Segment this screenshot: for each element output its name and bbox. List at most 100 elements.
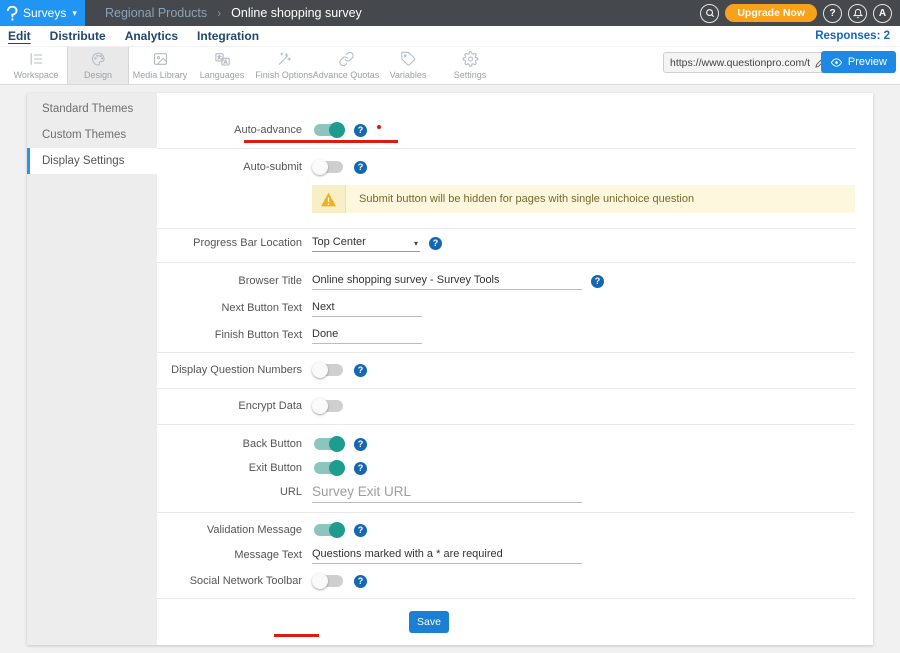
- tab-distribute[interactable]: Distribute: [50, 29, 106, 43]
- breadcrumb-folder[interactable]: Regional Products: [105, 6, 207, 20]
- survey-url-value: https://www.questionpro.com/t/APNrFZ: [670, 57, 810, 69]
- notifications-button[interactable]: [848, 4, 867, 23]
- exit-button-label: Exit Button: [157, 462, 302, 474]
- upgrade-now-button[interactable]: Upgrade Now: [725, 4, 817, 22]
- toolbar-item-finish-options[interactable]: Finish Options: [253, 47, 315, 84]
- search-button[interactable]: [700, 4, 719, 23]
- social-network-toolbar-toggle[interactable]: [314, 575, 343, 587]
- help-icon[interactable]: ?: [354, 438, 367, 451]
- back-button-toggle[interactable]: [314, 438, 343, 450]
- help-icon[interactable]: ?: [354, 462, 367, 475]
- divider: [157, 352, 855, 353]
- divider: [157, 388, 855, 389]
- toggle-knob: [329, 122, 345, 138]
- auto-submit-label: Auto-submit: [157, 161, 302, 173]
- help-button[interactable]: ?: [823, 4, 842, 23]
- warning-triangle-icon: [320, 192, 337, 207]
- divider: [157, 598, 855, 599]
- help-icon[interactable]: ?: [429, 237, 442, 250]
- progress-bar-location-row: Progress Bar Location Top Center ▾ ?: [157, 231, 855, 255]
- auto-submit-toggle[interactable]: [314, 161, 343, 173]
- chevron-down-icon: ▾: [414, 239, 418, 248]
- progress-bar-location-value: Top Center: [312, 236, 366, 248]
- product-switcher-label: Surveys: [23, 6, 66, 20]
- bell-icon: [853, 8, 863, 19]
- workspace-icon: [28, 51, 45, 67]
- exit-button-toggle[interactable]: [314, 462, 343, 474]
- help-icon[interactable]: ?: [354, 161, 367, 174]
- toolbar-item-advance-quotas[interactable]: Advance Quotas: [315, 47, 377, 84]
- display-settings-panel: Standard Themes Custom Themes Display Se…: [27, 93, 873, 645]
- breadcrumb-separator-icon: ›: [217, 6, 221, 20]
- divider: [157, 512, 855, 513]
- encrypt-data-toggle[interactable]: [314, 400, 343, 412]
- toolbar-item-media-library[interactable]: Media Library: [129, 47, 191, 84]
- tab-edit[interactable]: Edit: [8, 29, 31, 43]
- social-network-toolbar-row: Social Network Toolbar ?: [157, 569, 855, 593]
- warning-text: Submit button will be hidden for pages w…: [346, 193, 694, 205]
- survey-title: Online shopping survey: [231, 6, 362, 20]
- chevron-down-icon: ▾: [72, 8, 77, 19]
- product-switcher[interactable]: Surveys ▾: [0, 0, 85, 26]
- help-icon[interactable]: ?: [354, 575, 367, 588]
- message-text-row: Message Text: [157, 543, 855, 567]
- help-icon[interactable]: ?: [354, 124, 367, 137]
- breadcrumb: Regional Products › Online shopping surv…: [105, 6, 362, 20]
- browser-title-input[interactable]: [312, 272, 582, 290]
- help-icon[interactable]: ?: [354, 364, 367, 377]
- preview-button[interactable]: Preview: [821, 51, 896, 73]
- toggle-knob: [329, 436, 345, 452]
- annotation-underline-auto-advance: [244, 140, 398, 143]
- eye-icon: [830, 57, 843, 68]
- toolbar-item-workspace[interactable]: Workspace: [5, 47, 67, 84]
- exit-url-label: URL: [157, 486, 302, 498]
- annotation-underline-save: [274, 634, 319, 637]
- next-button-text-label: Next Button Text: [157, 302, 302, 314]
- sidebar-item-custom-themes[interactable]: Custom Themes: [27, 122, 157, 148]
- help-icon[interactable]: ?: [591, 275, 604, 288]
- auto-advance-label: Auto-advance: [157, 124, 302, 136]
- toggle-knob: [312, 398, 328, 414]
- encrypt-data-row: Encrypt Data: [157, 394, 855, 418]
- sidebar-item-standard-themes[interactable]: Standard Themes: [27, 96, 157, 122]
- display-question-numbers-toggle[interactable]: [314, 364, 343, 376]
- tab-integration[interactable]: Integration: [197, 29, 259, 43]
- exit-url-input[interactable]: [312, 482, 582, 503]
- tag-icon: [400, 51, 417, 67]
- back-button-row: Back Button ?: [157, 432, 855, 456]
- save-button[interactable]: Save: [409, 611, 449, 633]
- encrypt-data-label: Encrypt Data: [157, 400, 302, 412]
- themes-sidebar: Standard Themes Custom Themes Display Se…: [27, 93, 157, 645]
- auto-advance-toggle[interactable]: [314, 124, 343, 136]
- browser-title-row: Browser Title ?: [157, 269, 855, 293]
- back-button-label: Back Button: [157, 438, 302, 450]
- message-text-input[interactable]: [312, 546, 582, 564]
- next-button-text-row: Next Button Text: [157, 296, 855, 320]
- validation-message-toggle[interactable]: [314, 524, 343, 536]
- account-button[interactable]: A: [873, 4, 892, 23]
- image-icon: [152, 51, 169, 67]
- display-settings-form: Auto-advance ? Auto-submit ? Submit butt…: [157, 93, 873, 645]
- finish-button-text-row: Finish Button Text: [157, 323, 855, 347]
- toggle-knob: [312, 159, 328, 175]
- search-icon: [705, 8, 715, 18]
- auto-advance-row: Auto-advance ?: [157, 118, 855, 142]
- display-question-numbers-label: Display Question Numbers: [157, 364, 302, 376]
- auto-submit-row: Auto-submit ?: [157, 155, 855, 179]
- toolbar-item-languages[interactable]: Languages: [191, 47, 253, 84]
- responses-count[interactable]: Responses: 2: [815, 30, 892, 42]
- divider: [157, 262, 855, 263]
- sidebar-item-display-settings[interactable]: Display Settings: [27, 148, 157, 174]
- top-header: Surveys ▾ Regional Products › Online sho…: [0, 0, 900, 26]
- tab-analytics[interactable]: Analytics: [125, 29, 178, 43]
- toolbar-item-design[interactable]: Design: [67, 47, 129, 84]
- survey-url-field[interactable]: https://www.questionpro.com/t/APNrFZ: [663, 52, 833, 73]
- magic-wand-icon: [276, 51, 293, 67]
- auto-submit-warning: Submit button will be hidden for pages w…: [312, 185, 855, 213]
- finish-button-text-input[interactable]: [312, 326, 422, 344]
- help-icon[interactable]: ?: [354, 524, 367, 537]
- next-button-text-input[interactable]: [312, 299, 422, 317]
- toolbar-item-variables[interactable]: Variables: [377, 47, 439, 84]
- toolbar-item-settings[interactable]: Settings: [439, 47, 501, 84]
- progress-bar-location-select[interactable]: Top Center ▾: [312, 234, 420, 252]
